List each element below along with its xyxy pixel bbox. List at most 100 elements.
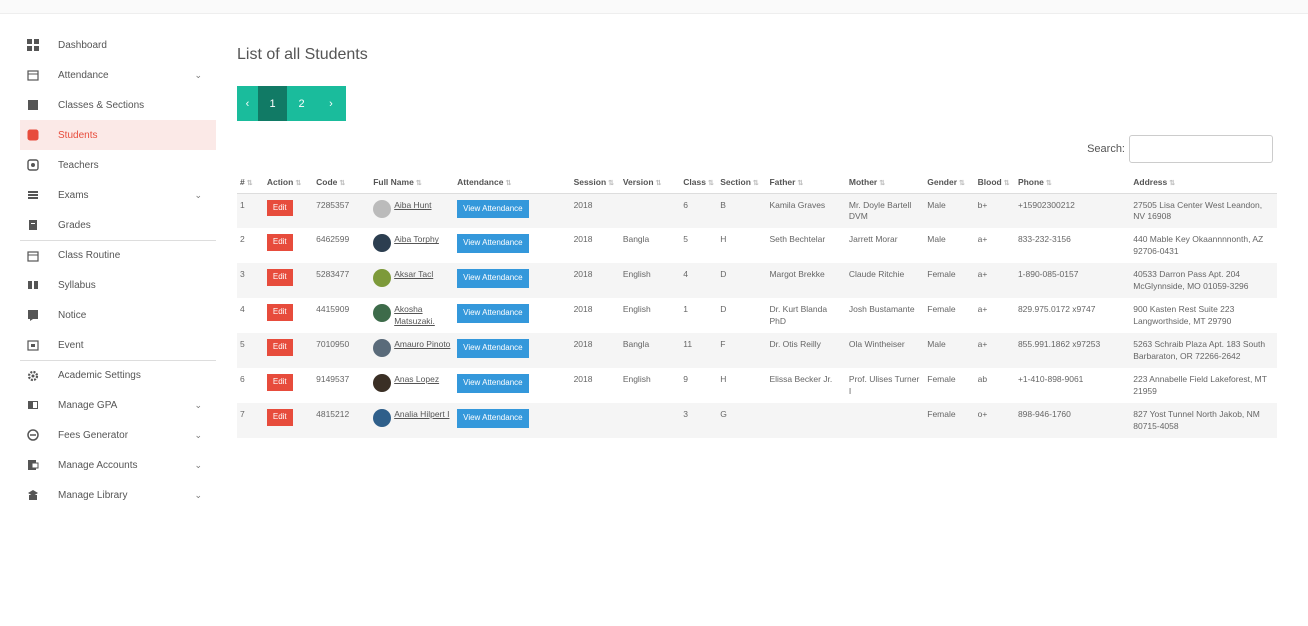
cell-class: 6 xyxy=(680,193,718,229)
cell-section: D xyxy=(717,263,767,299)
full-name-cell: Analia Hilpert I xyxy=(370,403,455,439)
sidebar-item-fees-generator[interactable]: Fees Generator ⌄ xyxy=(20,420,216,450)
view-attendance-button[interactable]: View Attendance xyxy=(457,339,529,359)
sidebar-item-label: Manage Accounts xyxy=(58,459,138,471)
column-header[interactable]: Phone ⇅ xyxy=(1014,171,1131,194)
column-header[interactable]: Section ⇅ xyxy=(717,171,767,194)
column-header[interactable]: Father ⇅ xyxy=(766,171,846,194)
column-header[interactable]: Code ⇅ xyxy=(313,171,371,194)
column-header[interactable]: Class ⇅ xyxy=(680,171,718,194)
sidebar-item-syllabus[interactable]: Syllabus xyxy=(20,270,216,300)
sidebar-item-event[interactable]: Event xyxy=(20,330,216,360)
student-name-link[interactable]: Anas Lopez xyxy=(394,374,439,385)
student-name-link[interactable]: Aiba Hunt xyxy=(394,200,431,211)
column-header[interactable]: Mother ⇅ xyxy=(845,171,925,194)
pagination-prev-button[interactable]: ‹ xyxy=(237,86,258,121)
view-attendance-button[interactable]: View Attendance xyxy=(457,234,529,254)
column-header[interactable]: Action ⇅ xyxy=(263,171,314,194)
pagination-next-button[interactable]: › xyxy=(316,86,346,121)
column-header[interactable]: Attendance ⇅ xyxy=(454,171,571,194)
cell-address: 223 Annabelle Field Lakeforest, MT 21959 xyxy=(1133,374,1267,396)
cell-father: Dr. Otis Reilly xyxy=(766,333,846,369)
edit-button[interactable]: Edit xyxy=(266,304,293,322)
fees-icon xyxy=(26,428,40,442)
cell-code: 6462599 xyxy=(316,234,350,245)
dashboard-icon xyxy=(26,38,40,52)
notice-icon xyxy=(26,308,40,322)
gear-icon xyxy=(26,369,40,383)
sidebar-item-class-routine[interactable]: Class Routine xyxy=(20,240,216,270)
pagination-page-2[interactable]: 2 xyxy=(287,86,316,121)
book-icon xyxy=(26,98,40,112)
columns-icon xyxy=(26,278,40,292)
column-header[interactable]: Gender ⇅ xyxy=(924,171,975,194)
edit-button[interactable]: Edit xyxy=(266,374,293,391)
student-name-link[interactable]: Aksar Tacl xyxy=(394,269,433,280)
action-cell: Edit xyxy=(263,333,314,369)
student-name-link[interactable]: Analia Hilpert I xyxy=(394,409,449,420)
sidebar-item-manage-gpa[interactable]: Manage GPA ⌄ xyxy=(20,390,216,420)
cell-num: 2 xyxy=(240,234,245,245)
cell-class: 1 xyxy=(683,304,688,315)
search-input[interactable] xyxy=(1129,135,1273,163)
full-name-cell: Akosha Matsuzaki. xyxy=(370,298,454,333)
view-attendance-button[interactable]: View Attendance xyxy=(457,269,529,289)
column-header[interactable]: Address ⇅ xyxy=(1130,171,1277,194)
accounts-icon xyxy=(26,458,40,472)
cell-father: Margot Brekke xyxy=(766,263,846,299)
sidebar-item-manage-library[interactable]: Manage Library ⌄ xyxy=(20,480,216,510)
sidebar-item-manage-accounts[interactable]: Manage Accounts ⌄ xyxy=(20,450,216,480)
cell-code: 9149537 xyxy=(316,374,350,385)
view-attendance-button[interactable]: View Attendance xyxy=(457,409,529,428)
sidebar: Dashboard Attendance ⌄ Classes & Sections St… xyxy=(20,30,216,510)
cell-session: 2018 xyxy=(570,333,620,369)
column-header[interactable]: Full Name ⇅ xyxy=(370,171,455,194)
sidebar-item-classes-sections[interactable]: Classes & Sections xyxy=(20,90,216,120)
edit-button[interactable]: Edit xyxy=(266,339,293,357)
student-name-link[interactable]: Akosha Matsuzaki. xyxy=(394,304,451,327)
cell-address: 900 Kasten Rest Suite 223 Langworthside,… xyxy=(1133,304,1235,326)
sidebar-item-dashboard[interactable]: Dashboard xyxy=(20,30,216,60)
view-attendance-button[interactable]: View Attendance xyxy=(457,199,529,219)
cell-mother: Mr. Doyle Bartell DVM xyxy=(845,193,925,229)
edit-button[interactable]: Edit xyxy=(266,269,293,287)
column-header[interactable]: Blood ⇅ xyxy=(974,171,1015,194)
chevron-down-icon: ⌄ xyxy=(194,490,202,500)
student-icon xyxy=(26,128,40,142)
sidebar-item-notice[interactable]: Notice xyxy=(20,300,216,330)
grade-icon xyxy=(26,218,40,232)
sidebar-item-label: Manage GPA xyxy=(58,399,118,411)
sidebar-item-academic-settings[interactable]: Academic Settings xyxy=(20,360,216,390)
sidebar-item-teachers[interactable]: Teachers xyxy=(20,150,216,180)
sidebar-item-exams[interactable]: Exams ⌄ xyxy=(20,180,216,210)
chevron-down-icon: ⌄ xyxy=(194,70,202,80)
pagination-page-1[interactable]: 1 xyxy=(258,86,287,121)
cell-gender: Male xyxy=(924,333,975,369)
edit-button[interactable]: Edit xyxy=(266,409,293,426)
action-cell: Edit xyxy=(264,228,313,263)
edit-button[interactable]: Edit xyxy=(266,199,293,217)
cell-class: 11 xyxy=(680,333,718,369)
sort-icon: ⇅ xyxy=(707,179,714,187)
sidebar-item-students[interactable]: Students xyxy=(20,120,216,150)
table-header-row: # ⇅ Action ⇅ Code ⇅ Full Name ⇅ Attendance ⇅ Sessi… xyxy=(237,171,1277,194)
cell-code: 5283477 xyxy=(313,263,371,299)
cell-mother: Ola Wintheiser xyxy=(845,333,925,369)
table-row: 1 Edit 7285357 Aiba Hunt View Attendance 2018… xyxy=(237,193,1277,229)
sidebar-item-label: Academic Settings xyxy=(58,370,141,381)
view-attendance-button[interactable]: View Attendance xyxy=(457,374,529,393)
action-cell: Edit xyxy=(264,368,313,403)
avatar xyxy=(373,304,392,323)
column-header[interactable]: # ⇅ xyxy=(237,171,264,194)
student-name-link[interactable]: Aiba Torphy xyxy=(394,234,439,245)
cell-blood: o+ xyxy=(974,403,1015,439)
cell-father: Kamila Graves xyxy=(766,193,846,229)
column-header[interactable]: Session ⇅ xyxy=(570,171,620,194)
student-name-link[interactable]: Amauro Pinoto xyxy=(394,339,450,350)
sidebar-item-grades[interactable]: Grades xyxy=(20,210,216,240)
edit-button[interactable]: Edit xyxy=(266,234,293,252)
view-attendance-button[interactable]: View Attendance xyxy=(457,304,529,324)
cell-gender: Female xyxy=(927,304,956,315)
column-header[interactable]: Version ⇅ xyxy=(619,171,681,194)
sidebar-item-attendance[interactable]: Attendance ⌄ xyxy=(20,60,216,90)
